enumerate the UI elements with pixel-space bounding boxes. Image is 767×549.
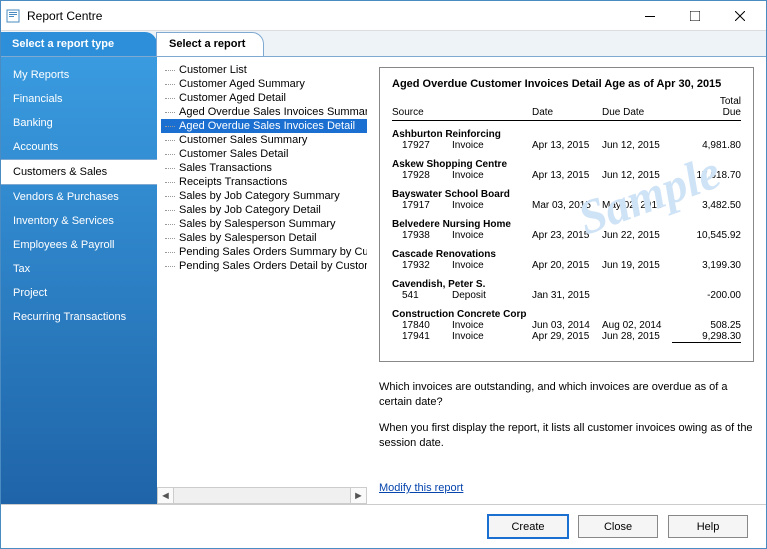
report-item[interactable]: Sales by Job Category Summary	[161, 189, 367, 203]
report-section: Bayswater School Board17917InvoiceMar 03…	[392, 189, 741, 211]
description-line-2: When you first display the report, it li…	[379, 421, 754, 452]
report-title: Aged Overdue Customer Invoices Detail Ag…	[392, 78, 741, 90]
sidebar-item-project[interactable]: Project	[1, 281, 157, 305]
scroll-right-arrow[interactable]: ►	[350, 487, 367, 504]
report-centre-window: Report Centre Select a report type Selec…	[0, 0, 767, 549]
create-button[interactable]: Create	[488, 515, 568, 538]
report-header-top: Total	[392, 96, 741, 107]
section-name: Cascade Renovations	[392, 249, 741, 260]
report-item[interactable]: Customer Aged Summary	[161, 77, 367, 91]
report-item[interactable]: Receipts Transactions	[161, 175, 367, 189]
report-list-panel: Customer ListCustomer Aged SummaryCustom…	[157, 57, 367, 504]
sidebar-item-customers-sales[interactable]: Customers & Sales	[1, 159, 157, 185]
close-button[interactable]	[717, 1, 762, 30]
report-section: Ashburton Reinforcing17927InvoiceApr 13,…	[392, 129, 741, 151]
scroll-track[interactable]	[174, 487, 350, 504]
report-row: 541DepositJan 31, 2015-200.00	[392, 290, 741, 301]
bottom-bar: Create Close Help	[1, 504, 766, 548]
section-name: Ashburton Reinforcing	[392, 129, 741, 140]
section-name: Bayswater School Board	[392, 189, 741, 200]
report-section: Cascade Renovations17932InvoiceApr 20, 2…	[392, 249, 741, 271]
report-row: 17932InvoiceApr 20, 2015Jun 19, 20153,19…	[392, 260, 741, 271]
window-title: Report Centre	[27, 9, 102, 23]
section-name: Askew Shopping Centre	[392, 159, 741, 170]
report-row: 17938InvoiceApr 23, 2015Jun 22, 201510,5…	[392, 230, 741, 241]
sidebar-item-vendors-purchases[interactable]: Vendors & Purchases	[1, 185, 157, 209]
sidebar-item-financials[interactable]: Financials	[1, 87, 157, 111]
report-section: Askew Shopping Centre17928InvoiceApr 13,…	[392, 159, 741, 181]
scroll-left-arrow[interactable]: ◄	[157, 487, 174, 504]
report-item[interactable]: Aged Overdue Sales Invoices Summary	[161, 105, 367, 119]
modify-report-link[interactable]: Modify this report	[379, 472, 754, 494]
report-item[interactable]: Customer Sales Detail	[161, 147, 367, 161]
description-line-1: Which invoices are outstanding, and whic…	[379, 380, 754, 411]
sidebar-item-inventory-services[interactable]: Inventory & Services	[1, 209, 157, 233]
col-source: Source	[392, 107, 452, 118]
report-row: 17840InvoiceJun 03, 2014Aug 02, 2014508.…	[392, 320, 741, 331]
report-item[interactable]: Customer Sales Summary	[161, 133, 367, 147]
report-description: Which invoices are outstanding, and whic…	[379, 380, 754, 462]
report-item[interactable]: Aged Overdue Sales Invoices Detail	[161, 119, 367, 133]
section-name: Belvedere Nursing Home	[392, 219, 741, 230]
report-row: 17917InvoiceMar 03, 2015May 02, 20153,48…	[392, 200, 741, 211]
app-icon	[5, 8, 21, 24]
header-tabs: Select a report type Select a report	[1, 31, 766, 57]
tab-report-type[interactable]: Select a report type	[1, 32, 157, 56]
report-item[interactable]: Customer List	[161, 63, 367, 77]
sidebar-item-recurring-transactions[interactable]: Recurring Transactions	[1, 305, 157, 329]
report-tree: Customer ListCustomer Aged SummaryCustom…	[157, 57, 367, 487]
report-preview-panel: Sample Aged Overdue Customer Invoices De…	[367, 57, 766, 504]
report-item[interactable]: Customer Aged Detail	[161, 91, 367, 105]
help-button[interactable]: Help	[668, 515, 748, 538]
report-section: Construction Concrete Corp17840InvoiceJu…	[392, 309, 741, 343]
col-total-bottom: Due	[672, 107, 741, 118]
report-section: Belvedere Nursing Home17938InvoiceApr 23…	[392, 219, 741, 241]
report-item[interactable]: Sales by Salesperson Summary	[161, 217, 367, 231]
maximize-button[interactable]	[672, 1, 717, 30]
sidebar-item-employees-payroll[interactable]: Employees & Payroll	[1, 233, 157, 257]
titlebar: Report Centre	[1, 1, 766, 31]
report-row: 17927InvoiceApr 13, 2015Jun 12, 20154,98…	[392, 140, 741, 151]
report-row: 17941InvoiceApr 29, 2015Jun 28, 20159,29…	[392, 331, 741, 343]
section-name: Cavendish, Peter S.	[392, 279, 741, 290]
report-item[interactable]: Sales Transactions	[161, 161, 367, 175]
minimize-button[interactable]	[627, 1, 672, 30]
sidebar-item-tax[interactable]: Tax	[1, 257, 157, 281]
tab-select-report[interactable]: Select a report	[156, 32, 264, 56]
report-section: Cavendish, Peter S.541DepositJan 31, 201…	[392, 279, 741, 301]
report-item[interactable]: Pending Sales Orders Summary by Customer	[161, 245, 367, 259]
report-item[interactable]: Sales by Job Category Detail	[161, 203, 367, 217]
report-header: Source Date Due Date Due	[392, 107, 741, 121]
report-row: 17928InvoiceApr 13, 2015Jun 12, 201517,6…	[392, 170, 741, 181]
col-date: Date	[532, 107, 602, 118]
sidebar-item-accounts[interactable]: Accounts	[1, 135, 157, 159]
horizontal-scrollbar[interactable]: ◄ ►	[157, 487, 367, 504]
sidebar-item-banking[interactable]: Banking	[1, 111, 157, 135]
col-duedate: Due Date	[602, 107, 672, 118]
close-dialog-button[interactable]: Close	[578, 515, 658, 538]
section-name: Construction Concrete Corp	[392, 309, 741, 320]
sidebar-item-my-reports[interactable]: My Reports	[1, 63, 157, 87]
report-sample-box: Sample Aged Overdue Customer Invoices De…	[379, 67, 754, 362]
main-content: My ReportsFinancialsBankingAccountsCusto…	[1, 57, 766, 504]
report-item[interactable]: Sales by Salesperson Detail	[161, 231, 367, 245]
report-item[interactable]: Pending Sales Orders Detail by Customer	[161, 259, 367, 273]
col-total-top: Total	[597, 96, 742, 107]
sidebar: My ReportsFinancialsBankingAccountsCusto…	[1, 57, 157, 504]
